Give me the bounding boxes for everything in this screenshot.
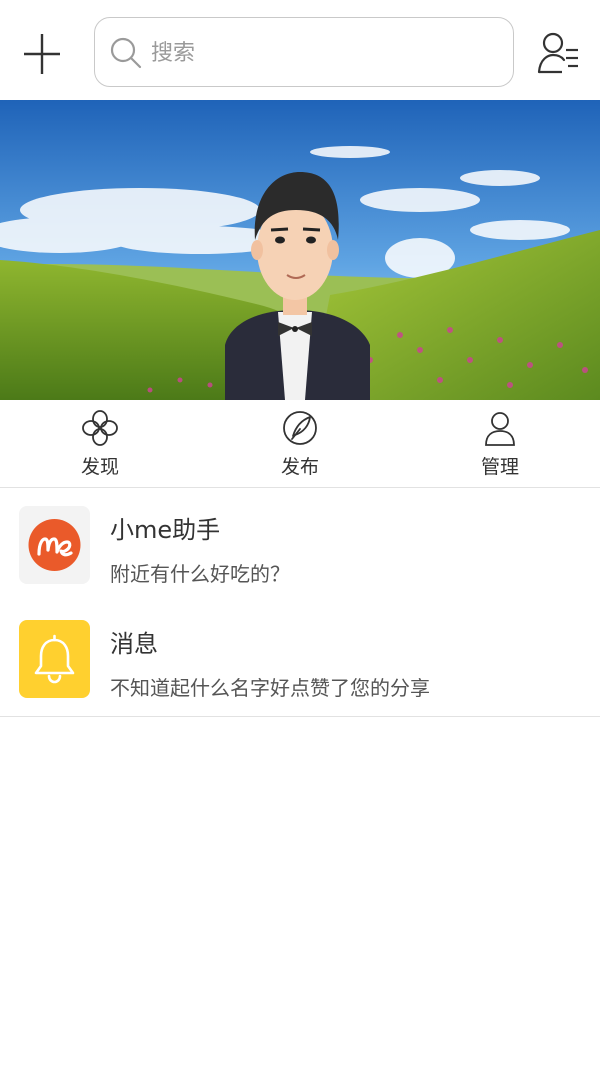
feather-icon: [283, 411, 317, 445]
profile-button[interactable]: [536, 30, 580, 76]
avatar: [19, 620, 90, 698]
nav-item-discover[interactable]: 发现: [0, 400, 200, 487]
list-item-messages[interactable]: 消息 不知道起什么名字好点赞了您的分享: [0, 602, 600, 717]
list-item-subtitle: 不知道起什么名字好点赞了您的分享: [110, 676, 430, 700]
top-bar: [0, 0, 600, 100]
list-item-title: 消息: [110, 630, 158, 658]
nav-item-label: 管理: [480, 456, 519, 478]
list-item-title: 小me助手: [110, 516, 221, 544]
feature-nav: 发现 发布 管理: [0, 400, 600, 488]
add-button[interactable]: [20, 32, 64, 76]
nav-item-manage[interactable]: 管理: [400, 400, 600, 487]
avatar: [19, 506, 90, 584]
plus-icon: [24, 34, 60, 74]
list-item-subtitle: 附近有什么好吃的？: [110, 562, 290, 586]
bell-icon: [34, 634, 75, 684]
list-item-assistant[interactable]: 小me助手 附近有什么好吃的？: [0, 488, 600, 603]
nav-item-publish[interactable]: 发布: [200, 400, 400, 487]
me-logo-icon: [28, 519, 81, 571]
banner-illustration: [0, 100, 600, 400]
search-input[interactable]: [149, 32, 493, 74]
banner-image[interactable]: [0, 100, 600, 400]
search-icon: [110, 37, 142, 69]
search-bar[interactable]: [94, 17, 514, 87]
user-list-icon: [537, 32, 578, 74]
person-icon: [485, 412, 515, 446]
nav-item-label: 发布: [280, 456, 319, 478]
clover-icon: [82, 410, 118, 446]
nav-item-label: 发现: [80, 456, 119, 478]
